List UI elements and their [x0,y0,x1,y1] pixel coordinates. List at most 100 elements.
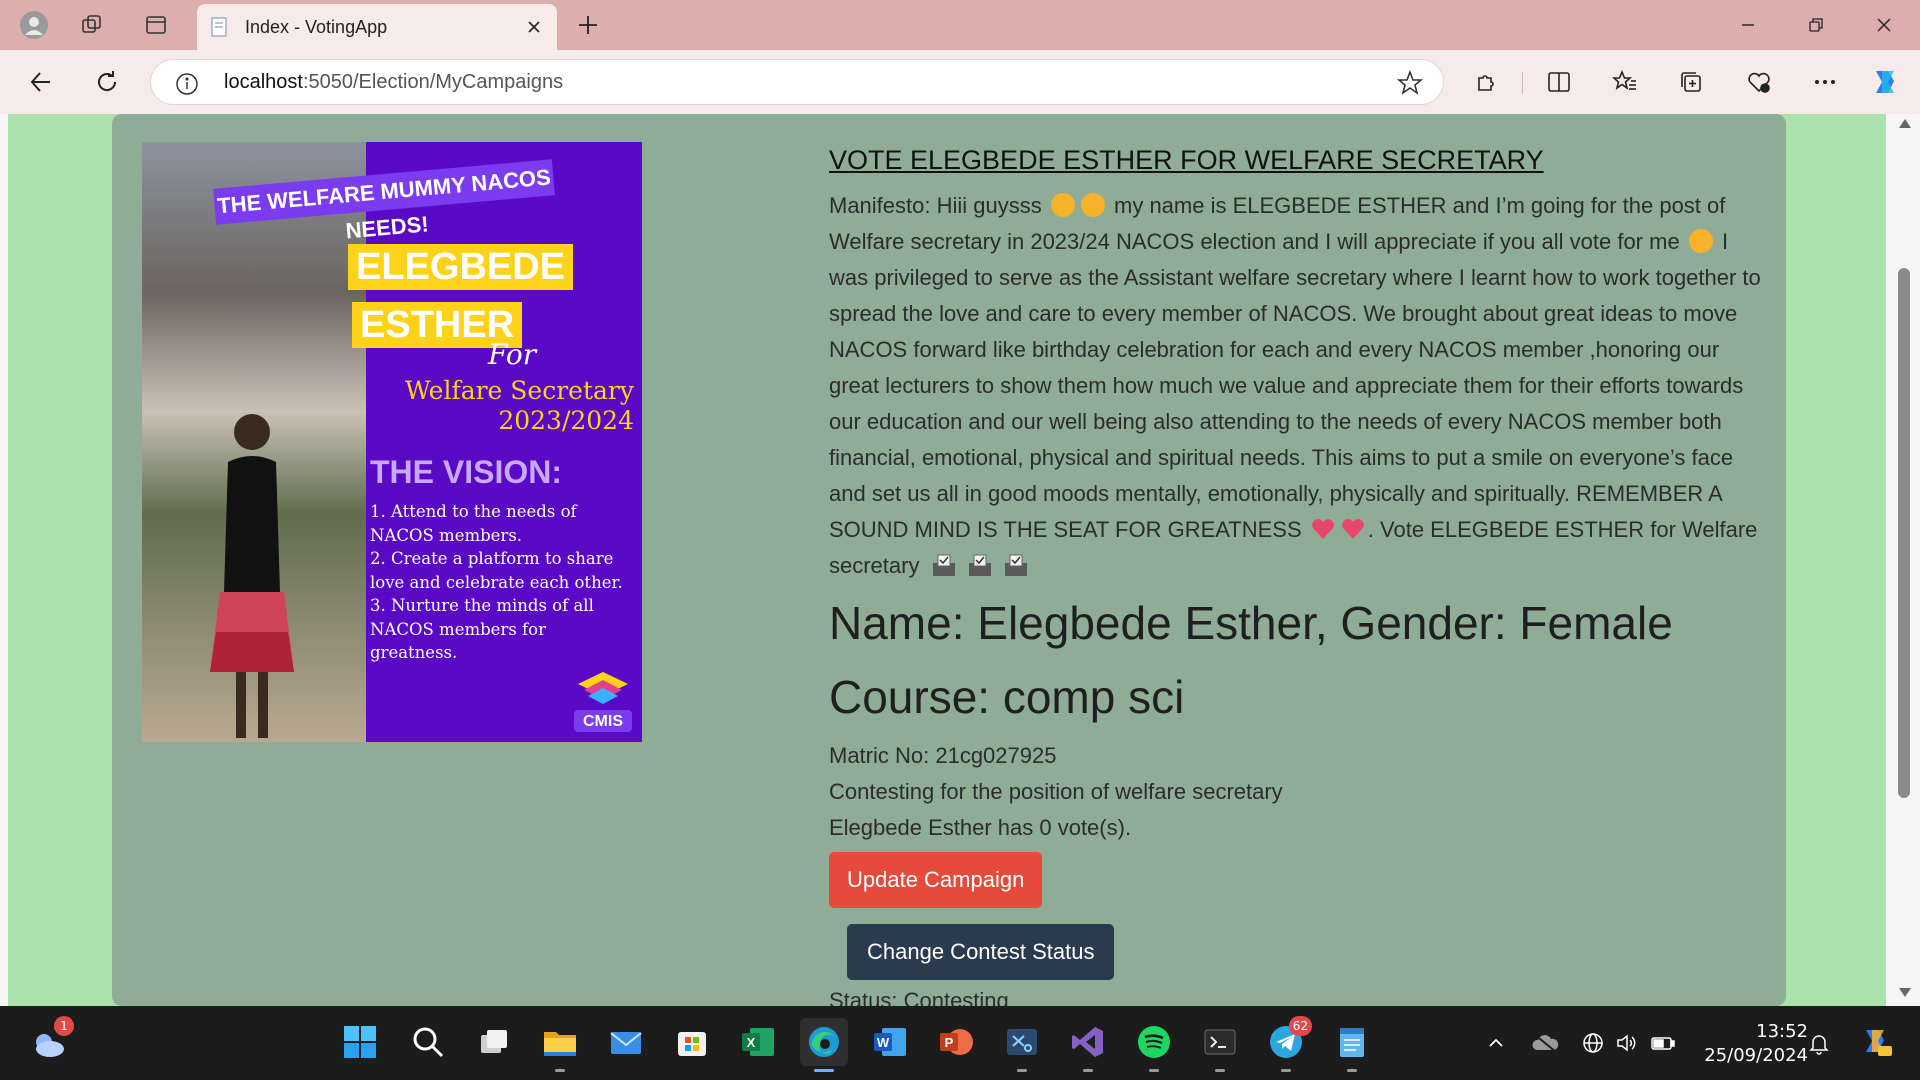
visual-studio-icon[interactable] [1064,1018,1112,1072]
weather-icon[interactable]: 1 [24,1016,74,1066]
ballot-box-icon [932,554,955,576]
site-info-icon[interactable] [175,72,199,96]
ballot-box-icon [968,554,991,576]
terminal-icon[interactable] [1196,1018,1244,1072]
ballot-box-icon [1004,554,1027,576]
mail-icon[interactable] [602,1018,650,1066]
clock-date: 25/09/2024 [1704,1045,1808,1066]
poster-vision-item: 2. Create a platform to share love and c… [370,549,623,592]
browser-title-bar: Index - VotingApp [0,0,1920,50]
url-host: localhost [224,71,303,93]
extensions-icon[interactable] [1466,62,1508,102]
workspaces-icon[interactable] [72,8,112,42]
language-globe-icon[interactable] [1578,1028,1608,1058]
close-tab-icon[interactable] [521,14,547,40]
campaign-title: VOTE ELEGBEDE ESTHER FOR WELFARE SECRETA… [829,145,1544,175]
browser-essentials-icon[interactable] [1738,62,1780,102]
vertical-tabs-icon[interactable] [136,8,176,42]
scroll-down-arrow-icon[interactable] [1897,984,1913,1000]
cmis-logo-text: CMIS [583,713,623,730]
search-icon[interactable] [404,1018,452,1066]
page-viewport: THE WELFARE MUMMY NACOS NEEDS! ELEGBEDE … [0,114,1920,1013]
close-window-icon[interactable] [1856,8,1912,42]
word-icon[interactable]: W [866,1018,914,1066]
url-path: :5050/Election/MyCampaigns [302,71,564,93]
page-icon [209,17,229,37]
running-indicator [1281,1069,1291,1072]
copilot-icon[interactable] [1864,62,1906,102]
favorite-star-icon[interactable] [1396,69,1424,96]
cmis-logo: CMIS [572,668,634,734]
manifesto-text: I was privileged to serve as the Assista… [829,229,1761,542]
svg-text:X: X [747,1035,756,1050]
poster-first-name: ELEGBEDE [348,244,574,290]
windows-taskbar: 1 X W P 62 13:52 25/09/2024 [0,1006,1920,1080]
excel-icon[interactable]: X [734,1018,782,1066]
change-contest-status-button[interactable]: Change Contest Status [847,924,1115,980]
running-indicator [1215,1069,1225,1072]
spotify-icon[interactable] [1130,1018,1178,1072]
task-view-icon[interactable] [470,1018,518,1066]
battery-icon[interactable] [1648,1028,1678,1058]
refresh-icon[interactable] [86,62,128,102]
heart-icon [1311,519,1334,539]
onedrive-icon[interactable] [1530,1028,1560,1058]
candidate-matric: Matric No: 21cg027925 [829,743,1057,768]
volume-icon[interactable] [1612,1028,1642,1058]
telegram-icon[interactable]: 62 [1262,1016,1312,1072]
tab-title: Index - VotingApp [245,17,388,37]
update-campaign-button[interactable]: Update Campaign [829,852,1043,908]
minimize-icon[interactable] [1720,8,1776,42]
poster-for: For [488,338,537,371]
campaign-details: VOTE ELEGBEDE ESTHER FOR WELFARE SECRETA… [829,142,1769,1016]
scrollbar-thumb[interactable] [1898,268,1910,798]
manifesto-text: Manifesto: Hiii guysss [829,193,1042,218]
scroll-up-arrow-icon[interactable] [1897,116,1913,132]
running-indicator [1017,1069,1027,1072]
toolbar-separator [1522,72,1523,94]
back-icon[interactable] [20,62,62,102]
address-bar[interactable]: localhost:5050/Election/MyCampaigns [150,59,1444,105]
profile-icon[interactable] [14,8,54,42]
notifications-bell-icon[interactable] [1804,1028,1834,1058]
show-hidden-icons-chevron-icon[interactable] [1481,1028,1511,1058]
edge-taskbar-icon[interactable] [800,1018,848,1072]
blushing-face-icon [1080,193,1105,217]
candidate-course: Course: comp sci [829,671,1185,723]
split-screen-icon[interactable] [1538,62,1580,102]
poster-role: Welfare Secretary 2023/2024 [374,376,634,436]
powerpoint-icon[interactable]: P [932,1018,980,1066]
system-clock[interactable]: 13:52 25/09/2024 [1698,1020,1808,1068]
more-options-icon[interactable] [1804,62,1846,102]
campaign-manifesto: Manifesto: Hiii guysss my name is ELEGBE… [829,188,1769,584]
svg-text:W: W [877,1035,890,1050]
candidate-name-gender: Name: Elegbede Esther, Gender: Female [829,597,1673,649]
campaign-poster-image: THE WELFARE MUMMY NACOS NEEDS! ELEGBEDE … [142,142,642,742]
poster-vision-heading: THE VISION: [370,454,563,490]
file-explorer-icon[interactable] [536,1018,584,1072]
candidate-votes: Elegbede Esther has 0 vote(s). [829,815,1132,840]
person-figure [210,414,294,738]
running-indicator [1083,1069,1093,1072]
notepad-icon[interactable] [1328,1018,1376,1072]
new-tab-icon[interactable] [568,8,608,42]
candidate-position: Contesting for the position of welfare s… [829,779,1283,804]
favorites-icon[interactable] [1604,62,1646,102]
poster-year: 2023/2024 [498,406,634,435]
active-indicator [814,1069,834,1072]
running-indicator [1347,1069,1357,1072]
snipping-tool-icon[interactable] [998,1018,1046,1072]
copilot-taskbar-icon[interactable] [1856,1022,1896,1062]
restore-icon[interactable] [1788,8,1844,42]
tab-votingapp[interactable]: Index - VotingApp [197,4,557,50]
start-icon[interactable] [336,1018,384,1066]
heart-icon [1341,519,1364,539]
running-indicator [1149,1069,1159,1072]
running-indicator [555,1069,565,1072]
poster-role-title: Welfare Secretary [405,376,634,405]
blushing-face-icon [1050,193,1075,217]
vertical-scrollbar[interactable] [1890,114,1920,1006]
collections-icon[interactable] [1670,62,1712,102]
url-text: localhost:5050/Election/MyCampaigns [224,71,563,94]
microsoft-store-icon[interactable] [668,1018,716,1066]
